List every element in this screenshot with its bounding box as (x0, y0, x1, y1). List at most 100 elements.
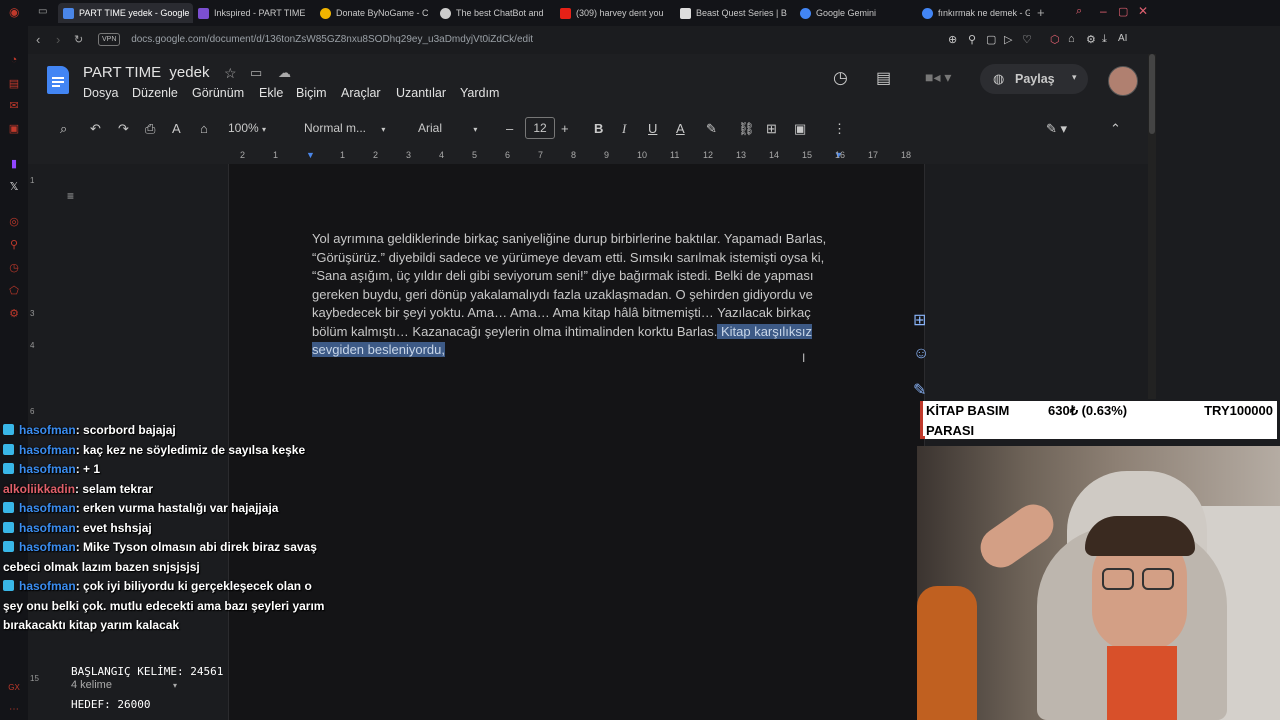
tab-bynogame[interactable]: Donate ByNoGame - C (320, 3, 428, 23)
highlight-icon[interactable]: ✎ (706, 121, 717, 137)
meet-icon[interactable]: ■◂ ▾ (925, 69, 951, 86)
word-count-badge[interactable]: 4 kelime ▾ (71, 679, 177, 691)
style-select[interactable]: Normal m... ▾ (304, 121, 385, 135)
text-color-icon[interactable]: A (676, 121, 685, 136)
zoom-icon[interactable]: ⊕ (948, 33, 957, 46)
maximize-icon[interactable]: ▢ (1118, 5, 1128, 18)
paint-format-icon[interactable]: ⌂ (200, 121, 208, 136)
horizontal-ruler[interactable]: ▼ ▼ 2 1 1 2 3 4 5 6 7 8 9 10 11 12 13 14 15 16 17 18 (228, 150, 923, 164)
url-field[interactable]: VPN docs.google.com/document/d/136tonZsW… (98, 31, 958, 49)
add-emoji-reaction-icon[interactable]: ☺ (913, 345, 929, 363)
new-tab-icon[interactable]: + (1037, 5, 1045, 20)
menu-ekle[interactable]: Ekle (259, 86, 283, 100)
document-body[interactable]: Yol ayrımına geldiklerinde birkaç saniye… (312, 230, 842, 360)
docs-logo-icon[interactable] (47, 66, 69, 94)
spellcheck-icon[interactable]: A (172, 121, 181, 136)
aria-icon[interactable]: ◔ (8, 54, 20, 66)
insert-link-icon[interactable]: ⛓ (738, 121, 755, 137)
aria-ai-button[interactable]: AI (1118, 33, 1127, 44)
forward-icon[interactable]: › (56, 32, 60, 47)
document-title[interactable]: PART TIME yedek (83, 64, 209, 81)
snapshot-icon[interactable]: ▢ (986, 33, 996, 46)
add-comment-icon[interactable]: ⊞ (766, 121, 777, 137)
increase-font-icon[interactable]: + (561, 121, 569, 136)
easy-setup-icon[interactable]: ⚙ (1086, 33, 1096, 46)
cloud-status-icon[interactable]: ☁ (278, 65, 291, 81)
add-comment-icon[interactable]: ⊞ (913, 310, 926, 330)
tab-youtube[interactable]: (309) harvey dent you (560, 3, 668, 23)
mail-icon[interactable]: ▣ (8, 123, 20, 135)
wallet-icon[interactable]: ⌂ (1068, 33, 1075, 45)
chat-username[interactable]: hasofman (19, 521, 76, 535)
minimize-icon[interactable]: – (1100, 4, 1107, 18)
opera-menu-icon[interactable]: ◉ (9, 6, 21, 18)
menu-bicim[interactable]: Biçim (296, 86, 327, 100)
redo-icon[interactable]: ↷ (118, 121, 129, 137)
version-history-icon[interactable]: ◷ (833, 68, 848, 88)
document-outline-icon[interactable]: ≡ (67, 189, 74, 203)
tab-chatbot[interactable]: The best ChatBot and (440, 3, 548, 23)
chat-username[interactable]: hasofman (19, 443, 76, 457)
bookmark-icon[interactable]: ♡ (1022, 33, 1032, 46)
pinboard-icon[interactable]: ⚲ (8, 239, 20, 251)
avatar[interactable] (1108, 66, 1138, 96)
menu-duzenle[interactable]: Düzenle (132, 86, 178, 100)
underline-icon[interactable]: U (648, 121, 657, 136)
chat-username[interactable]: hasofman (19, 462, 76, 476)
zoom-select[interactable]: 100% ▾ (228, 121, 266, 135)
settings-icon[interactable]: ⚙ (8, 308, 20, 320)
left-indent-marker-icon[interactable]: ▼ (306, 150, 315, 160)
chat-username[interactable]: hasofman (19, 579, 76, 593)
tab-beast-quest[interactable]: Beast Quest Series | B (680, 3, 788, 23)
star-icon[interactable]: ☆ (224, 65, 237, 82)
share-button[interactable]: ◍ Paylaş ▾ (980, 64, 1088, 94)
tab-manager-icon[interactable]: ▭ (38, 6, 47, 17)
font-select[interactable]: Arial ▾ (418, 121, 477, 135)
twitch-icon[interactable]: ▮ (8, 158, 20, 170)
play-icon[interactable]: ▷ (1004, 33, 1012, 46)
pin-icon[interactable]: ⚲ (968, 33, 976, 46)
editing-mode-icon[interactable]: ✎ ▾ (1046, 121, 1067, 137)
chat-username[interactable]: hasofman (19, 540, 76, 554)
history-icon[interactable]: ◷ (8, 262, 20, 274)
suggest-edits-icon[interactable]: ✎ (913, 380, 926, 400)
extension-icon[interactable]: ⬡ (1050, 33, 1060, 46)
bold-icon[interactable]: B (594, 121, 603, 136)
italic-icon[interactable]: I (622, 121, 626, 137)
print-icon[interactable]: ⎙ (145, 121, 155, 137)
more-options-icon[interactable]: ⋮ (833, 121, 846, 137)
move-folder-icon[interactable]: ▭ (250, 65, 262, 81)
download-icon[interactable]: ⤓ (1102, 33, 1107, 46)
menu-gorunum[interactable]: Görünüm (192, 86, 244, 100)
scrollbar[interactable] (1148, 54, 1156, 399)
insert-image-icon[interactable]: ▣ (794, 121, 806, 137)
more-icon[interactable]: ⋯ (8, 704, 20, 716)
search-tabs-icon[interactable]: ⌕ (1076, 5, 1082, 18)
undo-icon[interactable]: ↶ (90, 121, 101, 137)
comments-icon[interactable]: ▤ (876, 68, 891, 88)
tab-inkspired[interactable]: Inkspired - PART TIME (198, 3, 308, 23)
messenger-icon[interactable]: ✉ (8, 100, 20, 112)
extensions-icon[interactable]: ⬠ (8, 285, 20, 297)
menu-dosya[interactable]: Dosya (83, 86, 118, 100)
decrease-font-icon[interactable]: – (506, 121, 513, 136)
search-menus-icon[interactable]: ⌕ (60, 121, 67, 137)
chat-username[interactable]: alkoliikkadin (3, 482, 75, 496)
gx-icon[interactable]: GX (8, 682, 20, 694)
workspace-icon[interactable]: ▤ (8, 78, 20, 90)
hide-menus-icon[interactable]: ⌃ (1110, 121, 1121, 137)
vpn-badge[interactable]: VPN (98, 32, 121, 46)
player-icon[interactable]: ◎ (8, 216, 20, 228)
font-size-field[interactable]: 12 (525, 117, 555, 139)
close-window-icon[interactable]: ✕ (1138, 4, 1148, 18)
chat-username[interactable]: hasofman (19, 423, 76, 437)
reload-icon[interactable]: ↻ (74, 33, 83, 46)
menu-yardim[interactable]: Yardım (460, 86, 499, 100)
chat-username[interactable]: hasofman (19, 501, 76, 515)
tab-gemini[interactable]: Google Gemini (800, 3, 908, 23)
x-icon[interactable]: 𝕏 (8, 181, 20, 193)
tab-part-time-yedek[interactable]: PART TIME yedek - Google (58, 3, 193, 23)
tab-finkirmak[interactable]: fınkırmak ne demek - G (922, 3, 1030, 23)
menu-araclar[interactable]: Araçlar (341, 86, 381, 100)
menu-uzantilar[interactable]: Uzantılar (396, 86, 446, 100)
